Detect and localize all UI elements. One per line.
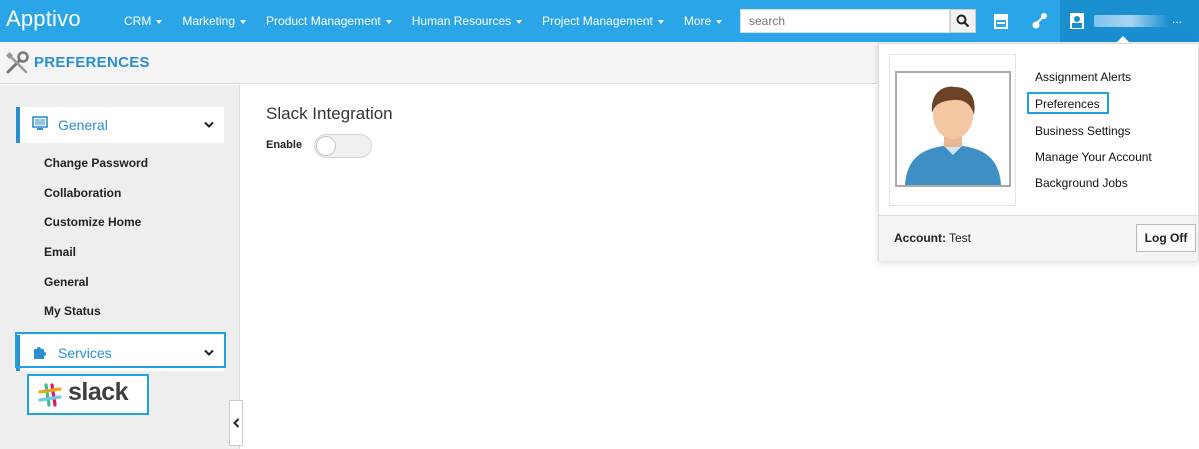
page-title: PREFERENCES bbox=[34, 54, 150, 71]
user-name-redacted bbox=[1094, 15, 1168, 27]
menu-link-business-settings[interactable]: Business Settings bbox=[1035, 124, 1130, 138]
account-label: Account: bbox=[894, 231, 946, 245]
sidebar-link-my-status[interactable]: My Status bbox=[44, 304, 101, 318]
sidebar-collapse-button[interactable] bbox=[229, 400, 243, 446]
search-input[interactable] bbox=[740, 9, 950, 33]
user-avatar-icon bbox=[1070, 13, 1084, 29]
nav-item-project-management[interactable]: Project Management bbox=[542, 14, 664, 28]
sidebar-link-general[interactable]: General bbox=[44, 275, 89, 289]
account-value: Test bbox=[949, 231, 972, 245]
services-highlight-box bbox=[15, 332, 226, 368]
sidebar-link-email[interactable]: Email bbox=[44, 245, 76, 259]
preferences-sidebar: General Change Password Collaboration Cu… bbox=[0, 85, 240, 449]
default-avatar-icon bbox=[905, 86, 1001, 185]
user-menu-more-indicator: ... bbox=[1172, 12, 1183, 26]
connections-icon[interactable] bbox=[1030, 11, 1050, 31]
menu-link-background-jobs[interactable]: Background Jobs bbox=[1035, 176, 1128, 190]
profile-photo-frame bbox=[889, 54, 1016, 206]
top-navigation-bar: Apptivo CRM Marketing Product Management… bbox=[0, 0, 1199, 42]
caret-down-icon bbox=[240, 19, 247, 24]
app-logo[interactable]: Apptivo bbox=[6, 6, 81, 32]
store-icon[interactable] bbox=[991, 11, 1011, 31]
toggle-knob bbox=[316, 136, 336, 156]
dropdown-footer: Account: Test Log Off bbox=[879, 215, 1198, 261]
profile-photo[interactable] bbox=[895, 71, 1011, 187]
monitor-icon bbox=[32, 116, 48, 130]
nav-item-human-resources[interactable]: Human Resources bbox=[412, 14, 523, 28]
caret-down-icon bbox=[716, 19, 723, 24]
nav-item-marketing[interactable]: Marketing bbox=[182, 14, 247, 28]
menu-link-assignment-alerts[interactable]: Assignment Alerts bbox=[1035, 70, 1131, 84]
tools-icon bbox=[5, 51, 29, 74]
sidebar-link-collaboration[interactable]: Collaboration bbox=[44, 186, 121, 200]
main-nav: CRM Marketing Product Management Human R… bbox=[124, 0, 742, 42]
preferences-highlight-box bbox=[1027, 92, 1109, 114]
chevron-down-icon bbox=[204, 121, 214, 128]
sidebar-section-label: General bbox=[58, 117, 108, 133]
search-button[interactable] bbox=[950, 9, 976, 33]
caret-down-icon bbox=[156, 19, 163, 24]
caret-down-icon bbox=[516, 19, 523, 24]
chevron-left-icon bbox=[232, 418, 239, 428]
sidebar-link-customize-home[interactable]: Customize Home bbox=[44, 215, 141, 229]
caret-down-icon bbox=[385, 19, 392, 24]
nav-item-crm[interactable]: CRM bbox=[124, 14, 163, 28]
user-dropdown-menu: Assignment Alerts Preferences Business S… bbox=[878, 43, 1199, 261]
nav-item-more[interactable]: More bbox=[684, 14, 723, 28]
sidebar-section-general[interactable]: General bbox=[16, 107, 224, 143]
search-icon bbox=[956, 14, 970, 28]
nav-item-product-management[interactable]: Product Management bbox=[266, 14, 392, 28]
section-title: Slack Integration bbox=[266, 104, 393, 123]
menu-link-manage-your-account[interactable]: Manage Your Account bbox=[1035, 150, 1152, 164]
enable-label: Enable bbox=[266, 139, 303, 151]
enable-toggle[interactable] bbox=[314, 134, 372, 158]
sidebar-link-change-password[interactable]: Change Password bbox=[44, 156, 148, 170]
caret-down-icon bbox=[657, 19, 664, 24]
slack-highlight-box bbox=[27, 374, 149, 415]
log-off-button[interactable]: Log Off bbox=[1136, 224, 1196, 252]
